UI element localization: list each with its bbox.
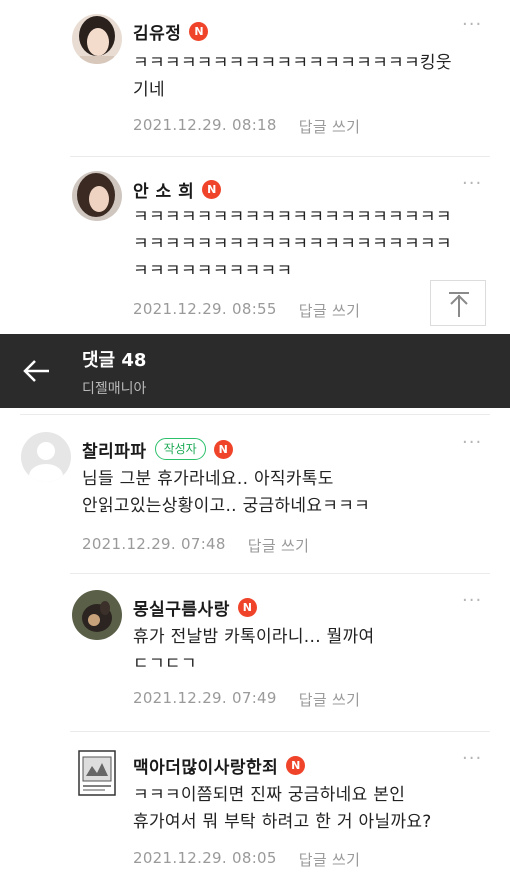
comment-date: 2021.12.29. 08:18	[133, 116, 277, 134]
author-badge: 작성자	[154, 438, 206, 460]
comment-meta: 2021.12.29. 08:05 답글 쓰기	[133, 849, 360, 870]
avatar[interactable]	[72, 14, 122, 64]
comment-header: 김유정 N	[133, 18, 209, 44]
cafe-name[interactable]: 디젤매니아	[82, 378, 146, 398]
comment-header: 찰리파파 작성자 N	[82, 436, 233, 462]
commenter-name[interactable]: 안 소 희	[133, 177, 194, 202]
comment-meta: 2021.12.29. 07:49 답글 쓰기	[133, 689, 360, 710]
more-icon[interactable]: ···	[462, 748, 482, 769]
commenter-name[interactable]: 맥아더많이사랑한죄	[133, 753, 278, 778]
divider	[20, 414, 490, 415]
comment-text: ㅋㅋㅋㅋㅋㅋㅋㅋㅋㅋㅋㅋㅋㅋㅋㅋㅋㅋㅋㅋ ㅋㅋㅋㅋㅋㅋㅋㅋㅋㅋㅋㅋㅋㅋㅋㅋㅋㅋㅋ…	[133, 207, 452, 281]
more-icon[interactable]: ···	[462, 590, 482, 611]
reply-button[interactable]: 답글 쓰기	[299, 300, 360, 321]
naver-badge: N	[202, 179, 222, 199]
more-icon[interactable]: ···	[462, 432, 482, 453]
avatar[interactable]	[72, 590, 122, 640]
comment-header: 몽실구름사랑 N	[133, 594, 257, 620]
comment-meta: 2021.12.29. 08:55 답글 쓰기	[133, 300, 360, 321]
comment-item: 몽실구름사랑 N ··· 휴가 전날밤 카톡이라니... 뭘까여 ㄷㄱㄷㄱ 20…	[0, 576, 510, 731]
naver-badge: N	[286, 755, 306, 775]
naver-badge: N	[213, 439, 233, 459]
commenter-name[interactable]: 찰리파파	[82, 437, 147, 462]
divider	[70, 573, 490, 574]
comment-date: 2021.12.29. 08:55	[133, 300, 277, 318]
scroll-top-icon	[449, 292, 469, 317]
more-icon[interactable]: ···	[462, 173, 482, 194]
commenter-name[interactable]: 몽실구름사랑	[133, 595, 230, 620]
comment-header: 맥아더많이사랑한죄 N	[133, 752, 306, 778]
more-icon[interactable]: ···	[462, 14, 482, 35]
comments-header-bar: 댓글 48 디젤매니아	[0, 334, 510, 408]
reply-button[interactable]: 답글 쓰기	[299, 689, 360, 710]
comment-text: ㅋㅋㅋㅋㅋㅋㅋㅋㅋㅋㅋㅋㅋㅋㅋㅋㅋㅋ킹웃 기네	[133, 53, 452, 100]
reply-button[interactable]: 답글 쓰기	[248, 535, 309, 556]
divider	[70, 731, 490, 732]
avatar[interactable]	[21, 432, 71, 482]
comment-date: 2021.12.29. 07:49	[133, 689, 277, 707]
page-title: 댓글 48	[82, 350, 147, 371]
comment-item: 맥아더많이사랑한죄 N ··· ㅋㅋㅋ이쯤되면 진짜 궁금하네요 본인 휴가여서…	[0, 734, 510, 887]
comment-date: 2021.12.29. 08:05	[133, 849, 277, 867]
comment-text: 님들 그분 휴가라네요.. 아직카톡도 안읽고있는상황이고.. 궁금하네요ㅋㅋㅋ	[82, 469, 371, 516]
commenter-name[interactable]: 김유정	[133, 19, 181, 44]
scroll-top-button[interactable]	[430, 280, 486, 326]
comment-item: 찰리파파 작성자 N ··· 님들 그분 휴가라네요.. 아직카톡도 안읽고있는…	[0, 418, 510, 573]
naver-badge: N	[237, 597, 257, 617]
comment-date: 2021.12.29. 07:48	[82, 535, 226, 553]
comment-header: 안 소 희 N	[133, 176, 222, 202]
avatar[interactable]	[72, 748, 122, 798]
back-arrow-icon	[23, 360, 49, 382]
comment-item: 김유정 N ··· ㅋㅋㅋㅋㅋㅋㅋㅋㅋㅋㅋㅋㅋㅋㅋㅋㅋㅋ킹웃 기네 2021.1…	[0, 0, 510, 155]
avatar[interactable]	[72, 171, 122, 221]
comment-meta: 2021.12.29. 07:48 답글 쓰기	[82, 535, 309, 556]
comment-text: ㅋㅋㅋ이쯤되면 진짜 궁금하네요 본인 휴가여서 뭐 부탁 하려고 한 거 아닐…	[133, 785, 432, 832]
back-button[interactable]	[22, 356, 52, 386]
naver-badge: N	[189, 21, 209, 41]
comment-meta: 2021.12.29. 08:18 답글 쓰기	[133, 116, 360, 137]
reply-button[interactable]: 답글 쓰기	[299, 116, 360, 137]
reply-button[interactable]: 답글 쓰기	[299, 849, 360, 870]
comment-text: 휴가 전날밤 카톡이라니... 뭘까여 ㄷㄱㄷㄱ	[133, 627, 375, 674]
